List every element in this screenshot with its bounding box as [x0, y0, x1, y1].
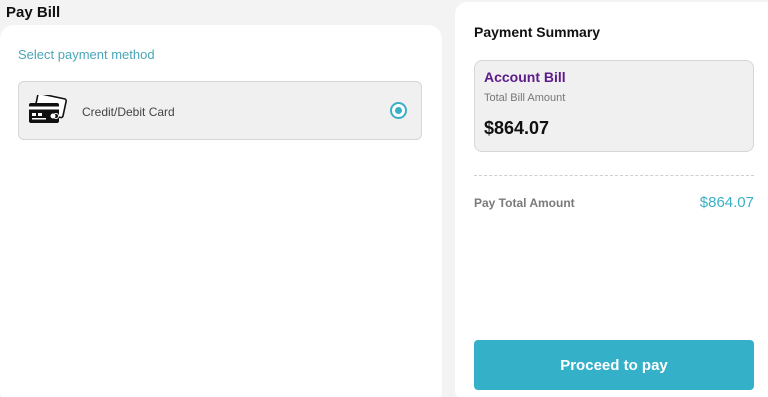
- payment-summary-panel: Payment Summary Account Bill Total Bill …: [455, 2, 768, 397]
- payment-option-credit-debit-card[interactable]: Credit/Debit Card: [18, 81, 422, 140]
- payment-method-panel: Select payment method Credit/Debit Card: [0, 25, 442, 397]
- pay-total-amount-label: Pay Total Amount: [474, 196, 575, 210]
- account-bill-title: Account Bill: [484, 69, 566, 85]
- account-bill-box: Account Bill Total Bill Amount $864.07: [474, 60, 754, 152]
- payment-option-label: Credit/Debit Card: [82, 105, 175, 119]
- select-payment-method-label: Select payment method: [18, 47, 155, 62]
- pay-total-amount-value: $864.07: [699, 194, 754, 211]
- payment-summary-title: Payment Summary: [474, 24, 601, 40]
- payment-option-radio[interactable]: [390, 102, 407, 119]
- total-bill-amount-label: Total Bill Amount: [484, 92, 566, 104]
- summary-divider: [474, 175, 754, 176]
- total-bill-amount-value: $864.07: [484, 118, 550, 138]
- proceed-to-pay-button[interactable]: Proceed to pay: [474, 340, 754, 390]
- credit-card-icon: [27, 92, 67, 125]
- page-title: Pay Bill: [6, 4, 61, 21]
